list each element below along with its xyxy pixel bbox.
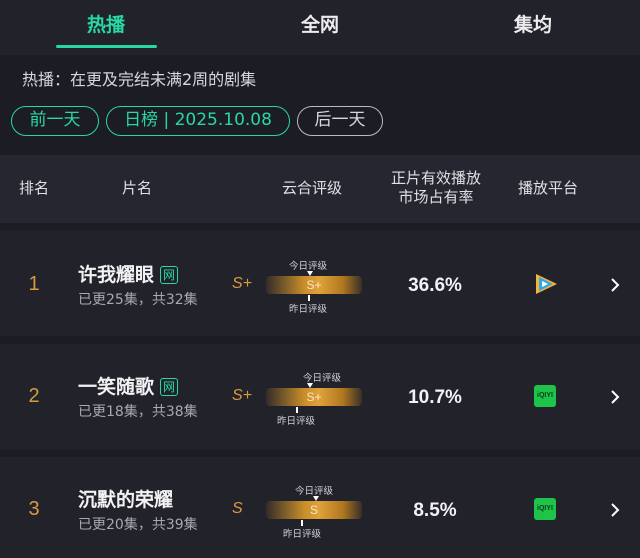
table-header: 排名 片名 云合评级 正片有效播放市场占有率 播放平台 [0, 155, 640, 223]
episode-progress: 已更25集，共32集 [78, 292, 198, 308]
episode-progress: 已更18集，共38集 [78, 404, 198, 420]
header-title: 片名 [121, 179, 152, 197]
prev-day-button[interactable]: 前一天 [11, 106, 99, 136]
table-row[interactable]: 1 许我耀眼网 已更25集，共32集 S+ 今日评级 S+ 昨日评级 36.6% [0, 230, 640, 336]
rank-number: 3 [28, 498, 40, 520]
chevron-right-icon[interactable] [608, 389, 622, 404]
tab-bar: 热播 全网 集均 [0, 0, 640, 55]
today-rating-label: 今日评级 [289, 261, 328, 272]
date-selector[interactable]: 日榜 | 2025.10.08 [106, 106, 290, 136]
rating-grade: S+ [232, 275, 253, 292]
header-rating: 云合评级 [281, 179, 342, 197]
rating-bar-grade: S [309, 503, 318, 517]
market-share-value: 10.7% [408, 387, 462, 408]
network-badge: 网 [160, 266, 179, 284]
market-share-value: 36.6% [408, 275, 462, 296]
next-day-button[interactable]: 后一天 [297, 106, 383, 136]
rating-grade: S+ [232, 387, 253, 404]
rating-bar-grade: S+ [306, 390, 322, 404]
today-rating-label: 今日评级 [295, 486, 334, 497]
show-title: 一笑随歌网 [78, 372, 179, 399]
rank-number: 2 [28, 385, 40, 407]
network-badge: 网 [160, 378, 179, 396]
rating-bar-grade: S+ [306, 278, 322, 292]
chevron-right-icon[interactable] [608, 502, 622, 517]
active-tab-indicator [56, 45, 157, 48]
header-market-share: 正片有效播放市场占有率 [390, 169, 481, 206]
header-rank: 排名 [18, 179, 49, 197]
iqiyi-icon: iQIYI [534, 498, 556, 520]
show-title: 沉默的荣耀 [78, 489, 174, 511]
chevron-right-icon[interactable] [608, 277, 622, 292]
table-row[interactable]: 2 一笑随歌网 已更18集，共38集 S+ 今日评级 S+ 昨日评级 10.7%… [0, 344, 640, 450]
rank-number: 1 [28, 273, 40, 295]
tab-hot[interactable]: 热播 [46, 10, 166, 37]
list-description: 热播：在更及完结未满2周的剧集 [22, 70, 257, 89]
tab-all-network[interactable]: 全网 [260, 10, 380, 37]
show-title: 许我耀眼网 [78, 260, 179, 287]
iqiyi-icon: iQIYI [534, 385, 556, 407]
table-row[interactable]: 3 沉默的荣耀 已更20集，共39集 S 今日评级 S 昨日评级 8.5% iQ… [0, 457, 640, 558]
today-rating-label: 今日评级 [303, 373, 342, 384]
market-share-value: 8.5% [413, 500, 457, 521]
yesterday-rating-label: 昨日评级 [283, 529, 322, 540]
tencent-video-icon [533, 273, 559, 295]
rating-grade: S [232, 500, 243, 517]
tab-episode-average[interactable]: 集均 [473, 10, 593, 37]
yesterday-rating-label: 昨日评级 [289, 304, 328, 315]
yesterday-rating-label: 昨日评级 [277, 416, 316, 427]
episode-progress: 已更20集，共39集 [78, 517, 198, 533]
header-platform: 播放平台 [517, 179, 578, 197]
